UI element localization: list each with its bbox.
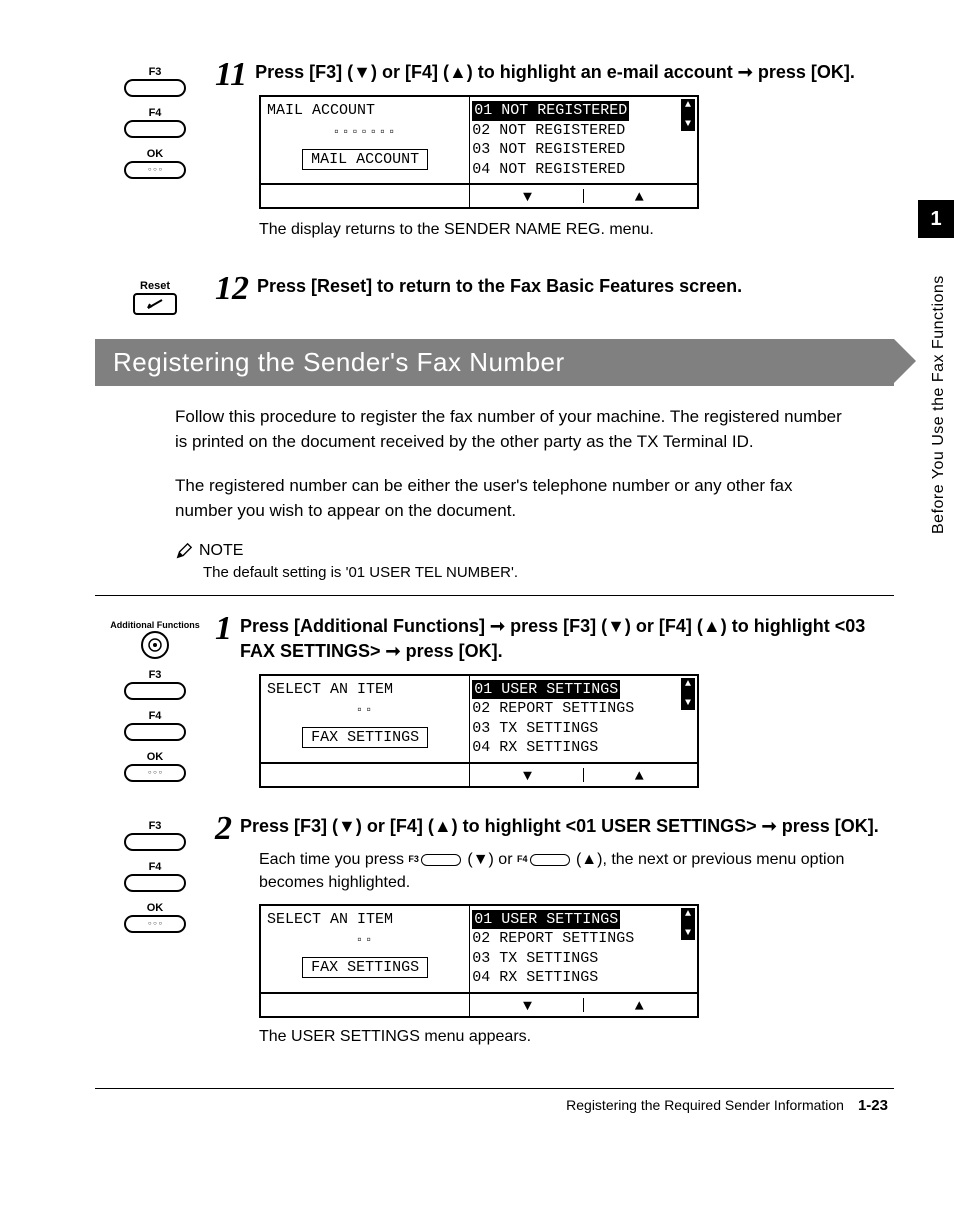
step-number: 1 — [215, 614, 232, 645]
f3-key-label: F3 — [149, 820, 162, 832]
lcd-dots: ▫▫ — [267, 933, 463, 947]
lcd-row: 04 NOT REGISTERED — [472, 160, 695, 180]
step-11-after: The display returns to the SENDER NAME R… — [259, 219, 894, 241]
softkey-down-icon: ▼ — [472, 998, 583, 1012]
f4-key-icon — [124, 120, 186, 138]
step-12: Reset 12 Press [Reset] to return to the … — [95, 274, 894, 319]
lcd-row: 02 REPORT SETTINGS — [472, 929, 695, 949]
ok-key-label: OK — [147, 148, 164, 160]
softkey-down-icon: ▼ — [472, 189, 583, 203]
step-2-subtext: Each time you press F3 (▼) or F4 (▲), th… — [259, 849, 894, 894]
step-1-text: Press [Additional Functions] ➞ press [F3… — [240, 616, 865, 661]
addfn-key-label: Additional Functions — [110, 620, 200, 630]
lcd-row: 04 RX SETTINGS — [472, 738, 695, 758]
ok-key-icon — [124, 161, 186, 179]
lcd-left-sub: FAX SETTINGS — [302, 727, 428, 748]
lcd-left-title: SELECT AN ITEM — [267, 680, 463, 700]
lcd-softkey-row: ▼ ▲ — [259, 994, 699, 1018]
lcd-row-selected: 01 NOT REGISTERED — [472, 101, 629, 121]
lcd-row: 03 TX SETTINGS — [472, 949, 695, 969]
key-column: F3 F4 OK — [95, 60, 215, 183]
step-11-instruction: 11 Press [F3] (▼) or [F4] (▲) to highlig… — [215, 60, 894, 85]
step-1-instruction: 1 Press [Additional Functions] ➞ press [… — [215, 614, 894, 664]
f3-key-icon — [124, 79, 186, 97]
note-icon — [175, 542, 193, 560]
lcd-row-selected: 01 USER SETTINGS — [472, 680, 620, 700]
softkey-up-icon: ▲ — [584, 768, 695, 782]
lcd-row-selected: 01 USER SETTINGS — [472, 910, 620, 930]
lcd-row: 03 TX SETTINGS — [472, 719, 695, 739]
inline-f3-icon — [421, 854, 461, 866]
footer-title: Registering the Required Sender Informat… — [566, 1097, 844, 1113]
scroll-indicator-icon: ▲▼ — [681, 908, 695, 940]
lcd-screen-1: SELECT AN ITEM ▫▫ FAX SETTINGS ▲▼ 01 USE… — [259, 674, 699, 764]
step-number: 2 — [215, 814, 232, 845]
lcd-softkey-row: ▼ ▲ — [259, 764, 699, 788]
page-number: 1-23 — [858, 1097, 888, 1114]
lcd-row: 03 NOT REGISTERED — [472, 140, 695, 160]
lcd-softkey-row: ▼ ▲ — [259, 185, 699, 209]
divider — [95, 595, 894, 596]
f4-key-label: F4 — [149, 107, 162, 119]
section-heading: Registering the Sender's Fax Number — [95, 339, 894, 386]
step-11: F3 F4 OK 11 Press [F3] (▼) or [F4] (▲) t… — [95, 60, 894, 256]
scroll-indicator-icon: ▲▼ — [681, 678, 695, 710]
softkey-down-icon: ▼ — [472, 768, 583, 782]
f4-key-label: F4 — [149, 710, 162, 722]
inline-f4-icon — [530, 854, 570, 866]
intro-paragraph-1: Follow this procedure to register the fa… — [175, 404, 894, 455]
step-12-text: Press [Reset] to return to the Fax Basic… — [257, 276, 742, 296]
scroll-indicator-icon: ▲▼ — [681, 99, 695, 131]
step-number: 11 — [215, 60, 247, 91]
step-2: F3 F4 OK 2 Press [F3] (▼) or [F4] (▲) to… — [95, 814, 894, 1062]
note-block: NOTE The default setting is '01 USER TEL… — [175, 542, 894, 581]
step-2-instruction: 2 Press [F3] (▼) or [F4] (▲) to highligh… — [215, 814, 894, 839]
lcd-left-title: MAIL ACCOUNT — [267, 101, 463, 121]
f3-key-label: F3 — [149, 66, 162, 78]
f4-key-icon — [124, 723, 186, 741]
lcd-dots: ▫▫▫▫▫▫▫ — [267, 125, 463, 139]
ok-key-label: OK — [147, 902, 164, 914]
f3-key-label: F3 — [149, 669, 162, 681]
lcd-screen-2: SELECT AN ITEM ▫▫ FAX SETTINGS ▲▼ 01 USE… — [259, 904, 699, 994]
f3-key-icon — [124, 833, 186, 851]
step-2-text: Press [F3] (▼) or [F4] (▲) to highlight … — [240, 816, 879, 836]
lcd-screen-11: MAIL ACCOUNT ▫▫▫▫▫▫▫ MAIL ACCOUNT ▲▼ 01 … — [259, 95, 699, 185]
lcd-row: 02 REPORT SETTINGS — [472, 699, 695, 719]
ok-key-icon — [124, 764, 186, 782]
step-11-text: Press [F3] (▼) or [F4] (▲) to highlight … — [255, 62, 855, 82]
step-number: 12 — [215, 274, 249, 305]
f4-key-icon — [124, 874, 186, 892]
f4-key-label: F4 — [149, 861, 162, 873]
lcd-left-sub: FAX SETTINGS — [302, 957, 428, 978]
lcd-left-sub: MAIL ACCOUNT — [302, 149, 428, 170]
softkey-up-icon: ▲ — [584, 189, 695, 203]
step-12-instruction: 12 Press [Reset] to return to the Fax Ba… — [215, 274, 894, 299]
softkey-up-icon: ▲ — [584, 998, 695, 1012]
ok-key-label: OK — [147, 751, 164, 763]
reset-key-label: Reset — [140, 280, 170, 292]
note-label: NOTE — [199, 542, 243, 560]
step-1: Additional Functions F3 F4 OK 1 Press [A… — [95, 614, 894, 796]
intro-paragraph-2: The registered number can be either the … — [175, 473, 894, 524]
lcd-dots: ▫▫ — [267, 703, 463, 717]
reset-key-icon — [133, 293, 177, 315]
lcd-left-title: SELECT AN ITEM — [267, 910, 463, 930]
f3-key-icon — [124, 682, 186, 700]
lcd-row: 04 RX SETTINGS — [472, 968, 695, 988]
step-2-after: The USER SETTINGS menu appears. — [259, 1026, 894, 1048]
ok-key-icon — [124, 915, 186, 933]
lcd-row: 02 NOT REGISTERED — [472, 121, 695, 141]
note-text: The default setting is '01 USER TEL NUMB… — [203, 564, 894, 581]
addfn-key-icon — [141, 631, 169, 659]
page-footer: Registering the Required Sender Informat… — [95, 1088, 894, 1114]
